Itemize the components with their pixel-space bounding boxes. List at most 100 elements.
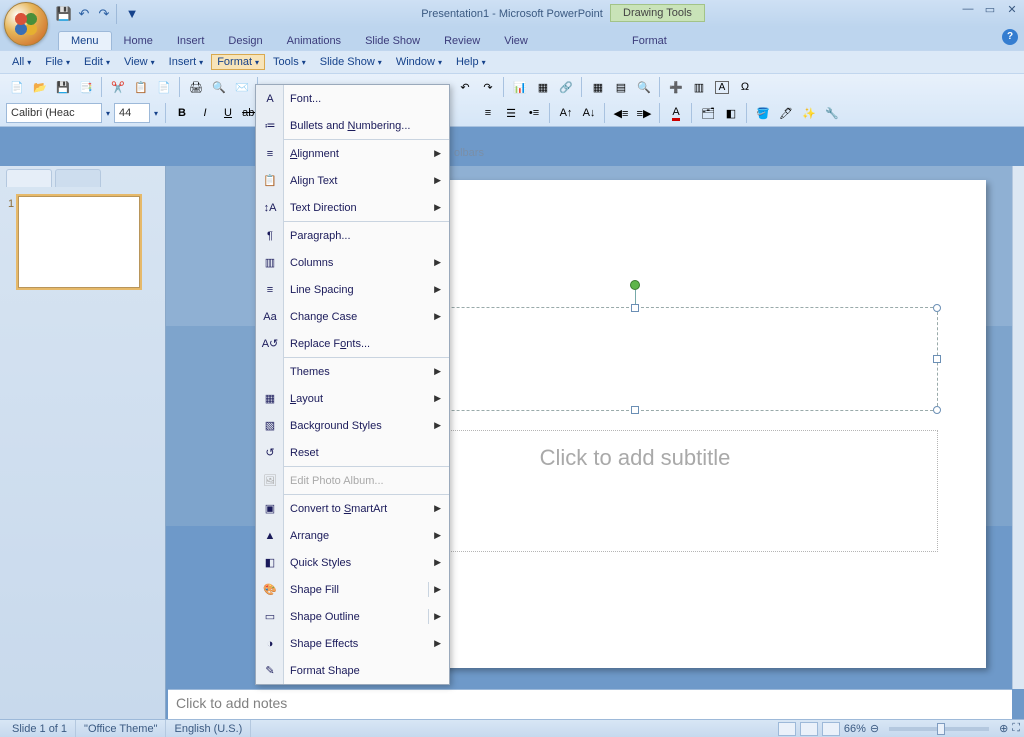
numbering-icon[interactable]: ☰ — [500, 102, 522, 124]
format-menu-item[interactable]: ▧Background Styles▶ — [256, 412, 449, 439]
resize-handle[interactable] — [933, 406, 941, 414]
align-left-icon[interactable]: ≡ — [477, 102, 499, 124]
zoom-out-button[interactable]: ⊖ — [870, 722, 879, 735]
increase-indent-icon[interactable]: ≡▶ — [633, 102, 655, 124]
decrease-indent-icon[interactable]: ◀≡ — [610, 102, 632, 124]
chart-icon[interactable]: 📊 — [509, 76, 531, 98]
qat-customize-icon[interactable]: ▼ — [122, 4, 142, 24]
tab-insert[interactable]: Insert — [165, 32, 217, 50]
slides-tab[interactable] — [6, 169, 52, 187]
tab-review[interactable]: Review — [432, 32, 492, 50]
shrink-font-icon[interactable]: A↓ — [578, 102, 600, 124]
bold-button[interactable]: B — [171, 102, 193, 124]
print-preview-icon[interactable]: 🔍 — [208, 76, 230, 98]
menu-edit[interactable]: Edit▾ — [78, 54, 116, 70]
quickstyles-icon[interactable]: ◧ — [720, 102, 742, 124]
format-menu-item[interactable]: ▭Shape Outline▶ — [256, 603, 449, 630]
italic-button[interactable]: I — [194, 102, 216, 124]
paste-icon[interactable]: 📄 — [153, 76, 175, 98]
tab-animations[interactable]: Animations — [275, 32, 353, 50]
font-name-combo[interactable]: Calibri (Heac — [6, 103, 102, 123]
format-menu-item[interactable]: ▲Arrange▶ — [256, 522, 449, 549]
menu-window[interactable]: Window▾ — [390, 54, 448, 70]
layout-icon[interactable]: ▥ — [688, 76, 710, 98]
save-icon[interactable]: 💾 — [52, 76, 74, 98]
tab-home[interactable]: Home — [112, 32, 165, 50]
tab-menu[interactable]: Menu — [58, 31, 112, 50]
menu-file[interactable]: File▾ — [39, 54, 76, 70]
resize-handle[interactable] — [933, 304, 941, 312]
resize-handle[interactable] — [631, 406, 639, 414]
insert-table-icon[interactable]: ▦ — [587, 76, 609, 98]
undo-icon[interactable]: ↶ — [74, 4, 94, 24]
grow-font-icon[interactable]: A↑ — [555, 102, 577, 124]
format-menu-item[interactable]: ▦Layout▶ — [256, 385, 449, 412]
zoom-icon[interactable]: 🔍 — [633, 76, 655, 98]
undo-icon[interactable]: ↶ — [454, 76, 476, 98]
save-as-icon[interactable]: 📑 — [75, 76, 97, 98]
print-icon[interactable]: 🖨 — [185, 76, 207, 98]
format-shape-icon[interactable]: 🔧 — [821, 102, 843, 124]
format-menu-item[interactable]: AFont... — [256, 85, 449, 112]
format-menu-item[interactable]: ↕AText Direction▶ — [256, 194, 449, 221]
menu-slideshow[interactable]: Slide Show▾ — [314, 54, 388, 70]
new-icon[interactable]: 📄 — [6, 76, 28, 98]
close-button[interactable]: ✕ — [1004, 2, 1020, 16]
cut-icon[interactable]: ✂️ — [107, 76, 129, 98]
email-icon[interactable]: ✉️ — [231, 76, 253, 98]
tab-slideshow[interactable]: Slide Show — [353, 32, 432, 50]
slideshow-view-button[interactable] — [822, 722, 840, 736]
format-menu-item[interactable]: ▣Convert to SmartArt▶ — [256, 495, 449, 522]
format-menu-item[interactable]: ◧Quick Styles▶ — [256, 549, 449, 576]
redo-icon[interactable]: ↷ — [477, 76, 499, 98]
format-menu-item[interactable]: 🎨Shape Fill▶ — [256, 576, 449, 603]
bullets-icon[interactable]: •≡ — [523, 102, 545, 124]
shape-outline-icon[interactable]: 🖊 — [775, 102, 797, 124]
tab-design[interactable]: Design — [216, 32, 274, 50]
slide-thumbnail[interactable] — [18, 196, 140, 288]
shape-fill-icon[interactable]: 🪣 — [752, 102, 774, 124]
format-menu-item[interactable]: ✎Format Shape — [256, 657, 449, 684]
format-menu-item[interactable]: 📋Align Text▶ — [256, 167, 449, 194]
shape-effects-icon[interactable]: ✨ — [798, 102, 820, 124]
textbox-icon[interactable]: A — [711, 76, 733, 98]
format-menu-item[interactable]: ↺Reset — [256, 439, 449, 466]
vertical-scrollbar[interactable] — [1012, 166, 1024, 689]
open-icon[interactable]: 📂 — [29, 76, 51, 98]
fit-window-button[interactable]: ⛶ — [1012, 722, 1020, 735]
format-menu-item[interactable]: ≡Alignment▶ — [256, 140, 449, 167]
normal-view-button[interactable] — [778, 722, 796, 736]
save-icon[interactable]: 💾 — [54, 4, 74, 24]
format-menu-item[interactable]: ◑Shape Effects▶ — [256, 630, 449, 657]
menu-all[interactable]: All▾ — [6, 54, 37, 70]
new-slide-icon[interactable]: ➕ — [665, 76, 687, 98]
underline-button[interactable]: U — [217, 102, 239, 124]
menu-insert[interactable]: Insert▾ — [163, 54, 210, 70]
symbols-icon[interactable]: Ω — [734, 76, 756, 98]
menu-tools[interactable]: Tools▾ — [267, 54, 312, 70]
format-menu-item[interactable]: ≡Line Spacing▶ — [256, 276, 449, 303]
resize-handle[interactable] — [933, 355, 941, 363]
outline-tab[interactable] — [55, 169, 101, 187]
menu-help[interactable]: Help▾ — [450, 54, 492, 70]
menu-view[interactable]: View▾ — [118, 54, 161, 70]
copy-icon[interactable]: 📋 — [130, 76, 152, 98]
format-menu-item[interactable]: ▥Columns▶ — [256, 249, 449, 276]
font-color-icon[interactable]: A — [665, 102, 687, 124]
office-button[interactable] — [4, 2, 48, 46]
restore-button[interactable]: ▭ — [982, 2, 998, 16]
menu-format[interactable]: Format▾ — [211, 54, 265, 70]
status-language[interactable]: English (U.S.) — [166, 720, 251, 737]
sorter-view-button[interactable] — [800, 722, 818, 736]
arrange-icon[interactable]: 🗂 — [697, 102, 719, 124]
zoom-in-button[interactable]: ⊕ — [999, 722, 1008, 735]
format-menu-item[interactable]: AaChange Case▶ — [256, 303, 449, 330]
resize-handle[interactable] — [631, 304, 639, 312]
tab-view[interactable]: View — [492, 32, 540, 50]
table-icon[interactable]: ▦ — [532, 76, 554, 98]
minimize-button[interactable]: — — [960, 2, 976, 16]
hyperlink-icon[interactable]: 🔗 — [555, 76, 577, 98]
tab-format-contextual[interactable]: Format — [620, 32, 679, 50]
font-size-combo[interactable]: 44 — [114, 103, 150, 123]
notes-pane[interactable]: Click to add notes — [168, 689, 1012, 719]
